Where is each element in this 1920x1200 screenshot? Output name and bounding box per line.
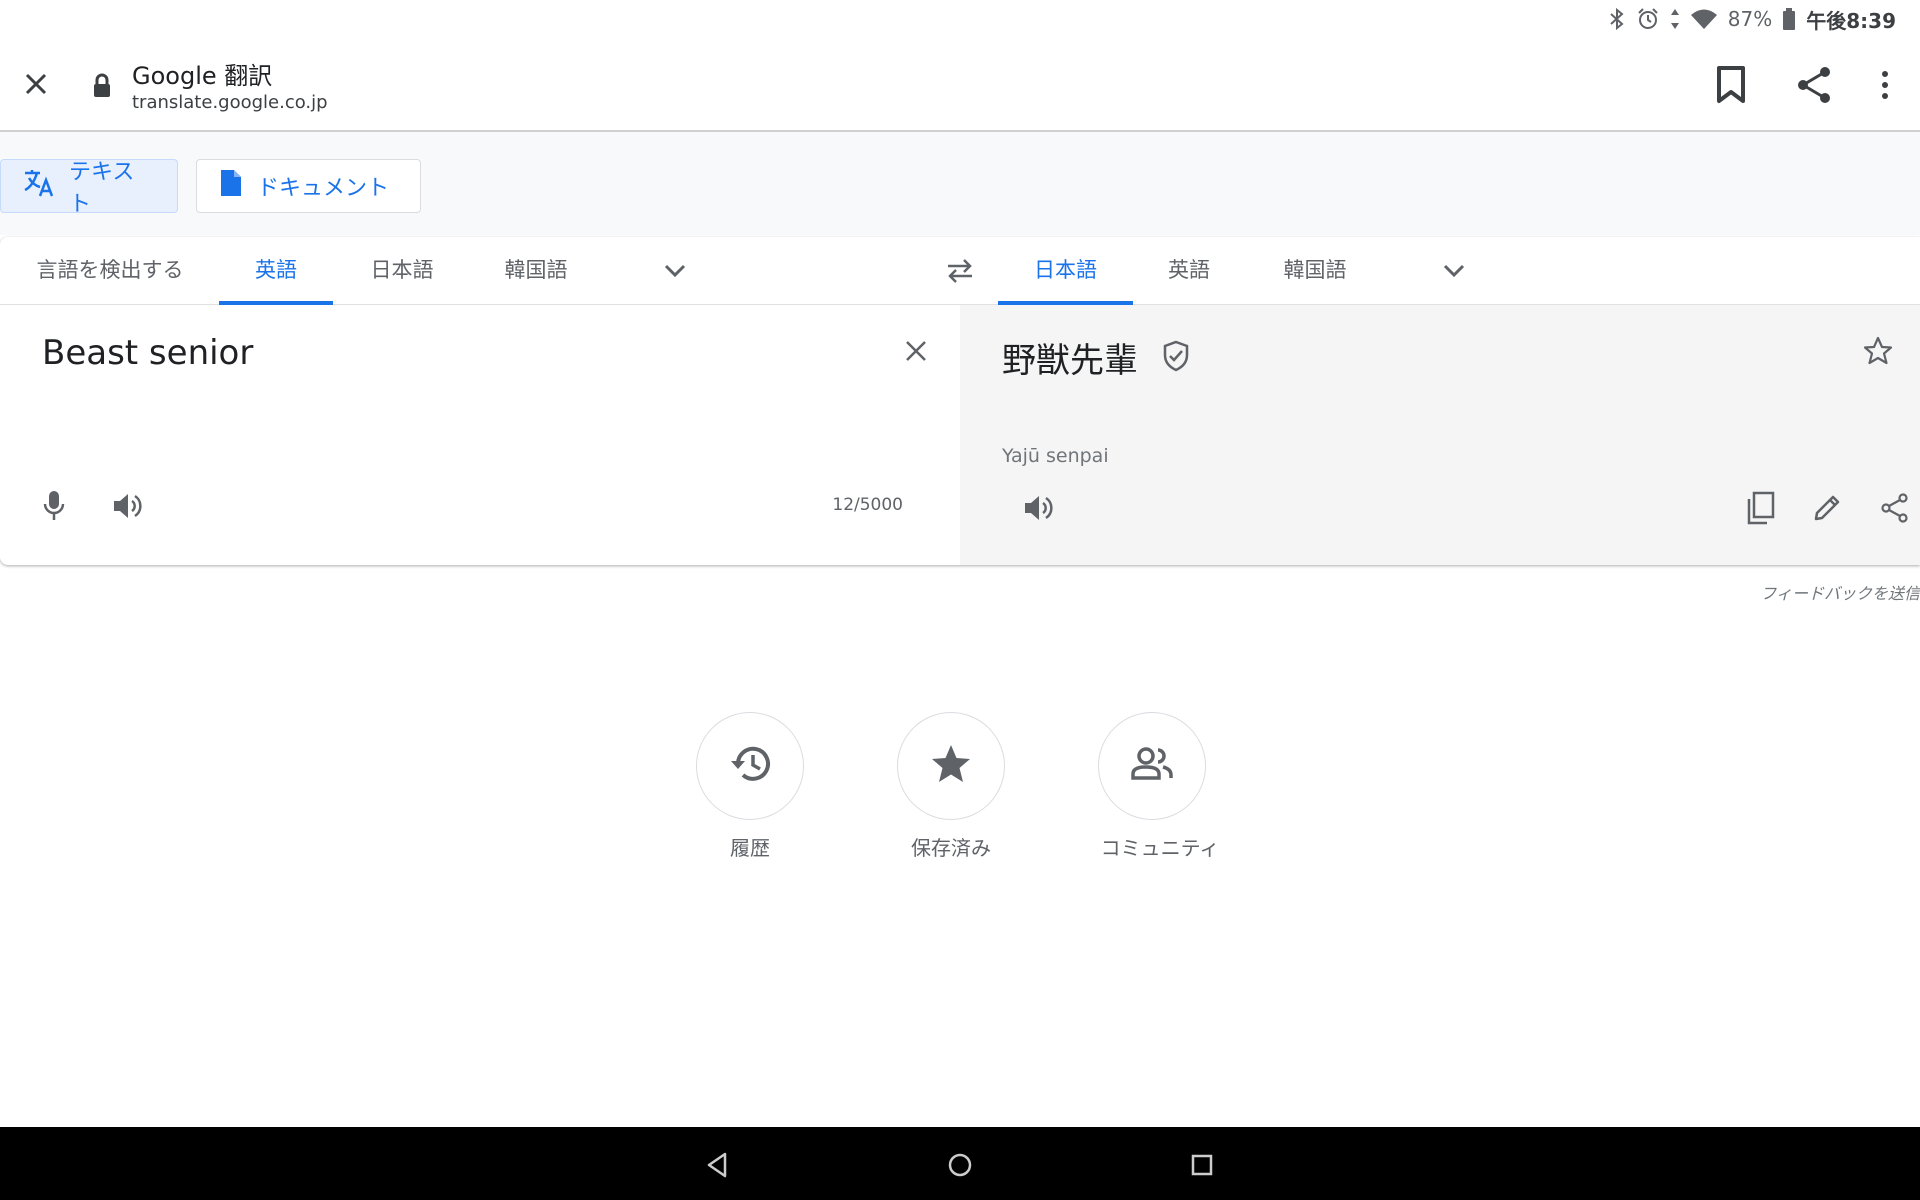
tab-source-korean[interactable]: 韓国語: [481, 237, 591, 305]
browser-toolbar: Google 翻訳 translate.google.co.jp: [0, 38, 1920, 132]
battery-icon: [1782, 7, 1796, 31]
source-speaker-icon[interactable]: [106, 484, 150, 528]
saved-button[interactable]: [897, 712, 1005, 820]
more-vert-icon[interactable]: [1862, 62, 1908, 108]
community-label: コミュニティ: [1100, 836, 1220, 860]
bookmark-icon[interactable]: [1708, 62, 1754, 108]
translated-text: 野獣先輩: [1002, 341, 1138, 381]
alarm-icon: [1636, 7, 1660, 31]
data-arrows-icon: [1670, 7, 1680, 31]
swap-languages-icon[interactable]: [940, 251, 980, 291]
back-icon[interactable]: [697, 1145, 737, 1185]
bluetooth-icon: [1608, 7, 1626, 31]
verified-shield-icon: [1154, 334, 1198, 378]
clock: 午後8:39: [1806, 8, 1896, 33]
recents-icon[interactable]: [1182, 1145, 1222, 1185]
transliteration: Yajū senpai: [1002, 445, 1109, 467]
screen: 87% 午後8:39 Google 翻訳 translate.google.co…: [0, 0, 1920, 1200]
page-url[interactable]: translate.google.co.jp: [132, 92, 328, 113]
community-button[interactable]: [1098, 712, 1206, 820]
translation-card: 言語を検出する 英語 日本語 韓国語 日本語 英語 韓国語 Beast seni…: [0, 237, 1920, 565]
target-pane: 野獣先輩 Yajū senpai: [960, 305, 1920, 565]
android-navigation-bar: [0, 1127, 1920, 1200]
clear-text-close-icon[interactable]: [894, 329, 938, 373]
translate-icon: [23, 168, 55, 204]
save-star-icon[interactable]: [1856, 329, 1900, 373]
close-icon[interactable]: [18, 66, 54, 102]
tab-target-korean[interactable]: 韓国語: [1260, 237, 1370, 305]
page-title: Google 翻訳: [132, 62, 273, 90]
document-mode-label: ドキュメント: [257, 176, 390, 201]
history-button[interactable]: [696, 712, 804, 820]
battery-percent: 87%: [1727, 7, 1773, 31]
copy-icon[interactable]: [1738, 486, 1782, 530]
target-speaker-icon[interactable]: [1017, 486, 1061, 530]
saved-label: 保存済み: [911, 836, 991, 860]
home-icon[interactable]: [940, 1145, 980, 1185]
target-share-icon[interactable]: [1873, 486, 1917, 530]
history-icon: [728, 744, 772, 788]
character-count: 12/5000: [832, 495, 903, 515]
target-more-languages-chevron-down-icon[interactable]: [1434, 251, 1474, 291]
tab-target-japanese[interactable]: 日本語: [998, 237, 1133, 305]
page-content: テキスト ドキュメント 言語を検出する 英語 日本語 韓国語 日本語 英語 韓国…: [0, 132, 1920, 1127]
tab-target-english[interactable]: 英語: [1134, 237, 1244, 305]
source-more-languages-chevron-down-icon[interactable]: [655, 251, 695, 291]
document-mode-button[interactable]: ドキュメント: [196, 159, 421, 213]
language-bar: 言語を検出する 英語 日本語 韓国語 日本語 英語 韓国語: [0, 237, 1920, 305]
source-pane: Beast senior 12/5000: [0, 305, 960, 565]
community-people-icon: [1130, 746, 1174, 786]
tab-source-japanese[interactable]: 日本語: [347, 237, 457, 305]
tab-source-english[interactable]: 英語: [219, 237, 333, 305]
source-text-input[interactable]: Beast senior: [42, 333, 253, 373]
status-bar: 87% 午後8:39: [0, 0, 1920, 38]
text-mode-label: テキスト: [69, 160, 135, 217]
edit-pencil-icon[interactable]: [1805, 486, 1849, 530]
document-icon: [219, 168, 243, 204]
send-feedback-link[interactable]: フィードバックを送信: [1760, 580, 1920, 604]
star-icon: [930, 744, 972, 788]
lock-icon: [90, 72, 114, 100]
microphone-icon[interactable]: [32, 484, 76, 528]
wifi-icon: [1690, 8, 1718, 30]
tab-detect-language[interactable]: 言語を検出する: [20, 237, 200, 305]
history-label: 履歴: [730, 836, 770, 860]
share-icon[interactable]: [1791, 62, 1837, 108]
text-mode-button[interactable]: テキスト: [0, 159, 178, 217]
